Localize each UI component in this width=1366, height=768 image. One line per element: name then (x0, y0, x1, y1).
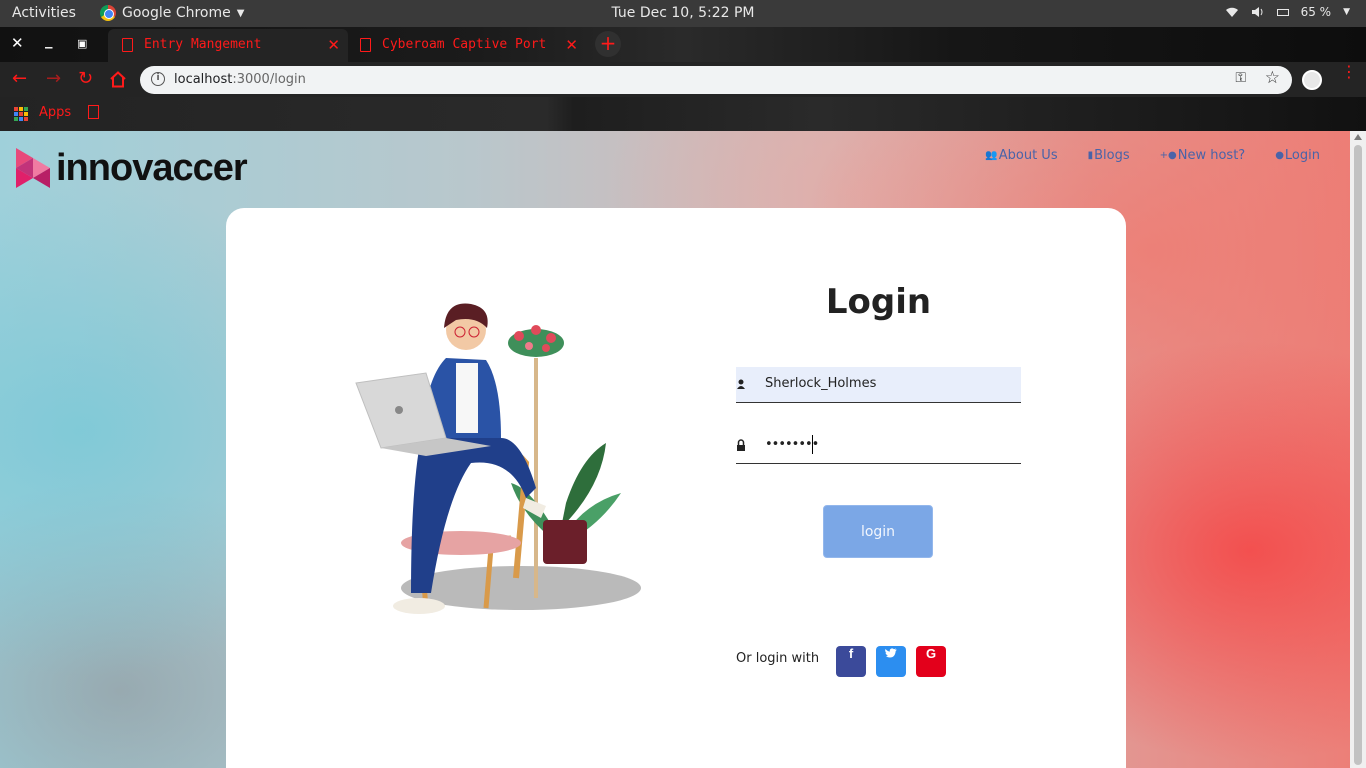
system-top-bar: Activities Google Chrome ▼ Tue Dec 10, 5… (0, 0, 1366, 27)
password-value[interactable]: •••••••• (765, 437, 819, 452)
system-tray[interactable]: 65 % ▼ (1225, 5, 1350, 19)
bookmarks-bar: Apps (0, 97, 1366, 131)
close-window-icon[interactable]: ✕ (11, 36, 24, 51)
facebook-login-button[interactable]: f (836, 646, 866, 677)
maximize-window-icon[interactable]: ▣ (77, 36, 87, 51)
login-button[interactable]: login (823, 505, 933, 558)
url-path: :3000/login (232, 72, 306, 87)
innovaccer-logo-icon (16, 148, 50, 188)
address-bar[interactable]: i localhost:3000/login ⚿ ☆ (140, 66, 1292, 94)
tab-entry-mangement[interactable]: Entry Mangement ✕ (108, 29, 348, 62)
nav-label: Blogs (1094, 148, 1130, 163)
scroll-up-arrow-icon[interactable] (1354, 134, 1362, 140)
bookmark-icon: ▮ (1087, 150, 1094, 161)
url-text[interactable]: localhost:3000/login (174, 72, 306, 87)
twitter-login-button[interactable] (876, 646, 906, 677)
chevron-down-icon: ▼ (236, 7, 245, 19)
document-icon (360, 38, 371, 52)
document-icon[interactable] (88, 105, 99, 119)
close-tab-icon[interactable]: ✕ (565, 36, 578, 54)
page-scrollbar[interactable] (1350, 131, 1366, 768)
volume-icon (1251, 7, 1263, 17)
chevron-down-icon: ▼ (1343, 7, 1350, 17)
star-icon[interactable]: ☆ (1265, 68, 1280, 88)
tab-title: Cyberoam Captive Port (382, 37, 547, 52)
info-icon[interactable]: i (151, 72, 165, 86)
key-icon[interactable]: ⚿ (1235, 70, 1246, 86)
username-value[interactable]: Sherlock_Holmes (765, 376, 876, 391)
lock-icon (737, 439, 745, 451)
back-arrow-icon[interactable]: ← (12, 69, 27, 89)
home-icon[interactable] (109, 71, 127, 88)
scrollbar-thumb[interactable] (1354, 145, 1362, 765)
tab-cyberoam[interactable]: Cyberoam Captive Port ✕ (346, 29, 586, 62)
url-host: localhost (174, 72, 233, 87)
nav-new-host[interactable]: +● New host? (1160, 148, 1246, 163)
app-menu[interactable]: Google Chrome ▼ (100, 5, 244, 21)
tab-strip: ✕ _ ▣ Entry Mangement ✕ Cyberoam Captive… (0, 27, 1366, 62)
twitter-icon (885, 648, 897, 658)
battery-icon (1276, 8, 1289, 16)
nav-label: New host? (1177, 148, 1246, 163)
login-title: Login (825, 282, 932, 322)
apps-grid-icon[interactable] (14, 107, 28, 121)
wifi-icon (1225, 7, 1238, 17)
browser-toolbar: ← → ↻ i localhost:3000/login ⚿ ☆ ⋮ (0, 62, 1366, 97)
brand-name: innovaccer (56, 147, 248, 189)
nav-about-us[interactable]: 👥 About Us (985, 148, 1057, 163)
top-nav: 👥 About Us ▮ Blogs +● New host? ● Login (985, 148, 1320, 163)
nav-label: About Us (998, 148, 1058, 163)
battery-percentage: 65 % (1300, 5, 1332, 19)
reload-icon[interactable]: ↻ (78, 69, 93, 89)
document-icon (122, 38, 133, 52)
username-field[interactable]: Sherlock_Holmes (736, 367, 1021, 403)
google-login-button[interactable]: G (916, 646, 946, 677)
nav-login[interactable]: ● Login (1275, 148, 1320, 163)
nav-label: Login (1284, 148, 1320, 163)
minimize-window-icon[interactable]: _ (45, 33, 53, 48)
new-tab-button[interactable]: + (595, 31, 621, 57)
user-icon (737, 379, 745, 389)
app-name: Google Chrome (122, 5, 231, 21)
password-field[interactable]: •••••••• (736, 428, 1021, 464)
login-card: Login Sherlock_Holmes •••••••• login Or … (226, 208, 1126, 768)
user-plus-icon: +● (1159, 150, 1177, 161)
nav-blogs[interactable]: ▮ Blogs (1088, 148, 1130, 163)
forward-arrow-icon[interactable]: → (46, 69, 61, 89)
social-login-label: Or login with (736, 651, 820, 666)
illustration-person-with-laptop (355, 303, 641, 614)
menu-kebab-icon[interactable]: ⋮ (1341, 64, 1357, 80)
activities-button[interactable]: Activities (12, 5, 76, 21)
chrome-icon (100, 5, 116, 21)
tab-title: Entry Mangement (144, 37, 262, 52)
text-caret (812, 435, 813, 454)
clock[interactable]: Tue Dec 10, 5:22 PM (611, 5, 754, 21)
page-viewport: innovaccer 👥 About Us ▮ Blogs +● New host? … (0, 131, 1350, 768)
facebook-icon: f (848, 646, 854, 661)
user-icon: ● (1275, 150, 1284, 161)
brand-logo[interactable]: innovaccer (16, 147, 248, 189)
users-icon: 👥 (985, 150, 998, 161)
close-tab-icon[interactable]: ✕ (327, 36, 340, 54)
apps-bookmark[interactable]: Apps (39, 105, 71, 120)
google-icon: G (925, 646, 937, 661)
profile-avatar[interactable] (1302, 70, 1322, 90)
